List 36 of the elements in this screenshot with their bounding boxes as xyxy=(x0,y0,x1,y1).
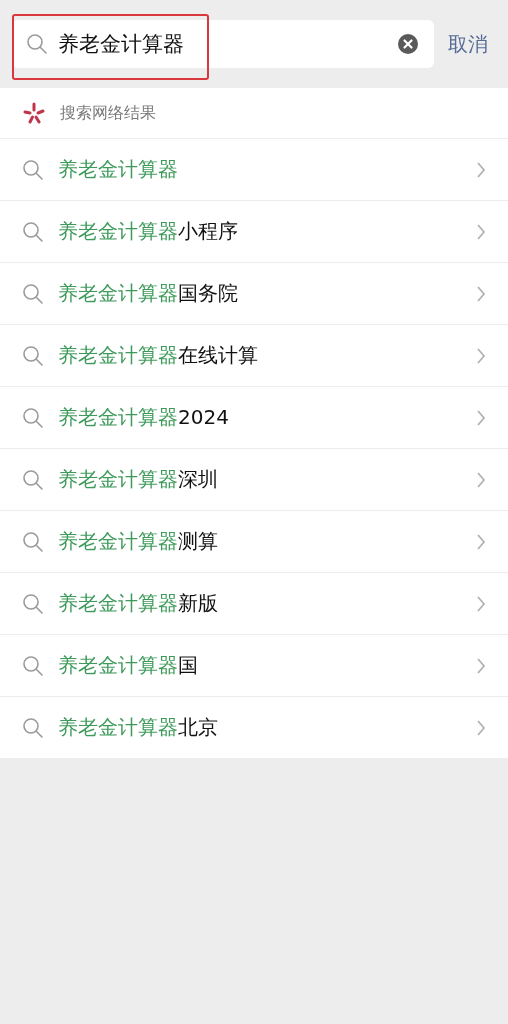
suggestion-link[interactable]: 养老金计算器2024 xyxy=(58,404,462,431)
search-icon xyxy=(26,33,48,55)
suggestion-link[interactable]: 养老金计算器 xyxy=(58,156,462,183)
section-title: 搜索网络结果 xyxy=(60,102,156,124)
chevron-icon xyxy=(476,284,486,303)
search-icon xyxy=(22,530,44,553)
search-icon xyxy=(22,282,44,305)
suggestion-link[interactable]: 养老金计算器国务院 xyxy=(58,280,462,307)
suggestion-link[interactable]: 养老金计算器深圳 xyxy=(58,466,462,493)
search-field[interactable]: 养老金计算器 xyxy=(12,20,434,68)
search-icon xyxy=(22,344,44,367)
search-icon xyxy=(22,406,44,429)
chevron-icon xyxy=(476,656,486,675)
burst-icon xyxy=(22,101,46,125)
chevron-icon xyxy=(476,160,486,179)
search-icon xyxy=(22,468,44,491)
chevron-icon xyxy=(476,594,486,613)
chevron-icon xyxy=(476,222,486,241)
chevron-icon xyxy=(476,470,486,489)
suggestion-link[interactable]: 养老金计算器测算 xyxy=(58,528,462,555)
suggestion-link[interactable]: 养老金计算器国 xyxy=(58,652,462,679)
chevron-icon xyxy=(476,346,486,365)
suggestion-link[interactable]: 养老金计算器新版 xyxy=(58,590,462,617)
clear-icon[interactable] xyxy=(398,34,418,54)
search-icon xyxy=(22,158,44,181)
chevron-icon xyxy=(476,718,486,737)
chevron-icon xyxy=(476,532,486,551)
suggestion-link[interactable]: 养老金计算器北京 xyxy=(58,714,462,741)
suggestion-link[interactable]: 养老金计算器在线计算 xyxy=(58,342,462,369)
cancel-button[interactable]: 取消 xyxy=(448,30,496,58)
search-icon xyxy=(22,592,44,615)
search-icon xyxy=(22,654,44,677)
chevron-icon xyxy=(476,408,486,427)
suggestion-link[interactable]: 养老金计算器小程序 xyxy=(58,218,462,245)
search-icon xyxy=(22,716,44,739)
search-icon xyxy=(22,220,44,243)
